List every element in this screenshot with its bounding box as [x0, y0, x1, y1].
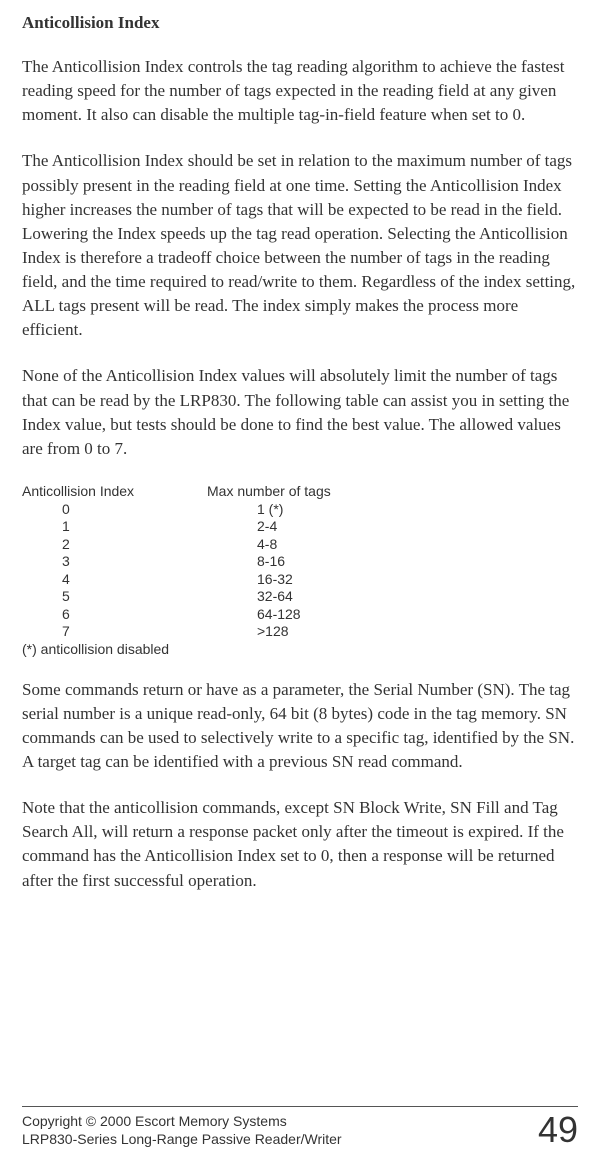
paragraph-5: Note that the anticollision commands, ex…	[22, 796, 578, 893]
table-cell-index: 2	[22, 536, 257, 554]
table-row: 7 >128	[22, 623, 578, 641]
table-row: 5 32-64	[22, 588, 578, 606]
table-cell-index: 7	[22, 623, 257, 641]
paragraph-3: None of the Anticollision Index values w…	[22, 364, 578, 461]
anticollision-table: Anticollision Index Max number of tags 0…	[22, 483, 578, 658]
table-header-tags: Max number of tags	[207, 483, 331, 499]
paragraph-2: The Anticollision Index should be set in…	[22, 149, 578, 342]
table-cell-tags: 16-32	[257, 571, 293, 589]
table-cell-tags: 8-16	[257, 553, 285, 571]
table-cell-index: 3	[22, 553, 257, 571]
footer-copyright: Copyright © 2000 Escort Memory Systems	[22, 1112, 342, 1130]
table-row: 6 64-128	[22, 606, 578, 624]
paragraph-4: Some commands return or have as a parame…	[22, 678, 578, 775]
table-cell-index: 6	[22, 606, 257, 624]
table-header-row: Anticollision Index Max number of tags	[22, 483, 578, 499]
footer-text-block: Copyright © 2000 Escort Memory Systems L…	[22, 1112, 342, 1148]
table-cell-index: 0	[22, 501, 257, 519]
table-cell-tags: 64-128	[257, 606, 301, 624]
table-row: 0 1 (*)	[22, 501, 578, 519]
table-cell-index: 1	[22, 518, 257, 536]
table-header-index: Anticollision Index	[22, 483, 207, 499]
table-row: 3 8-16	[22, 553, 578, 571]
table-row: 1 2-4	[22, 518, 578, 536]
table-cell-index: 5	[22, 588, 257, 606]
table-cell-tags: 2-4	[257, 518, 277, 536]
table-cell-tags: 1 (*)	[257, 501, 283, 519]
paragraph-1: The Anticollision Index controls the tag…	[22, 55, 578, 127]
table-cell-tags: 32-64	[257, 588, 293, 606]
page-footer: Copyright © 2000 Escort Memory Systems L…	[22, 1106, 578, 1148]
table-row: 4 16-32	[22, 571, 578, 589]
table-footnote: (*) anticollision disabled	[22, 641, 578, 658]
table-cell-tags: 4-8	[257, 536, 277, 554]
table-cell-tags: >128	[257, 623, 289, 641]
table-row: 2 4-8	[22, 536, 578, 554]
page-number: 49	[538, 1112, 578, 1148]
table-cell-index: 4	[22, 571, 257, 589]
section-title: Anticollision Index	[22, 13, 578, 33]
footer-product: LRP830-Series Long-Range Passive Reader/…	[22, 1130, 342, 1148]
